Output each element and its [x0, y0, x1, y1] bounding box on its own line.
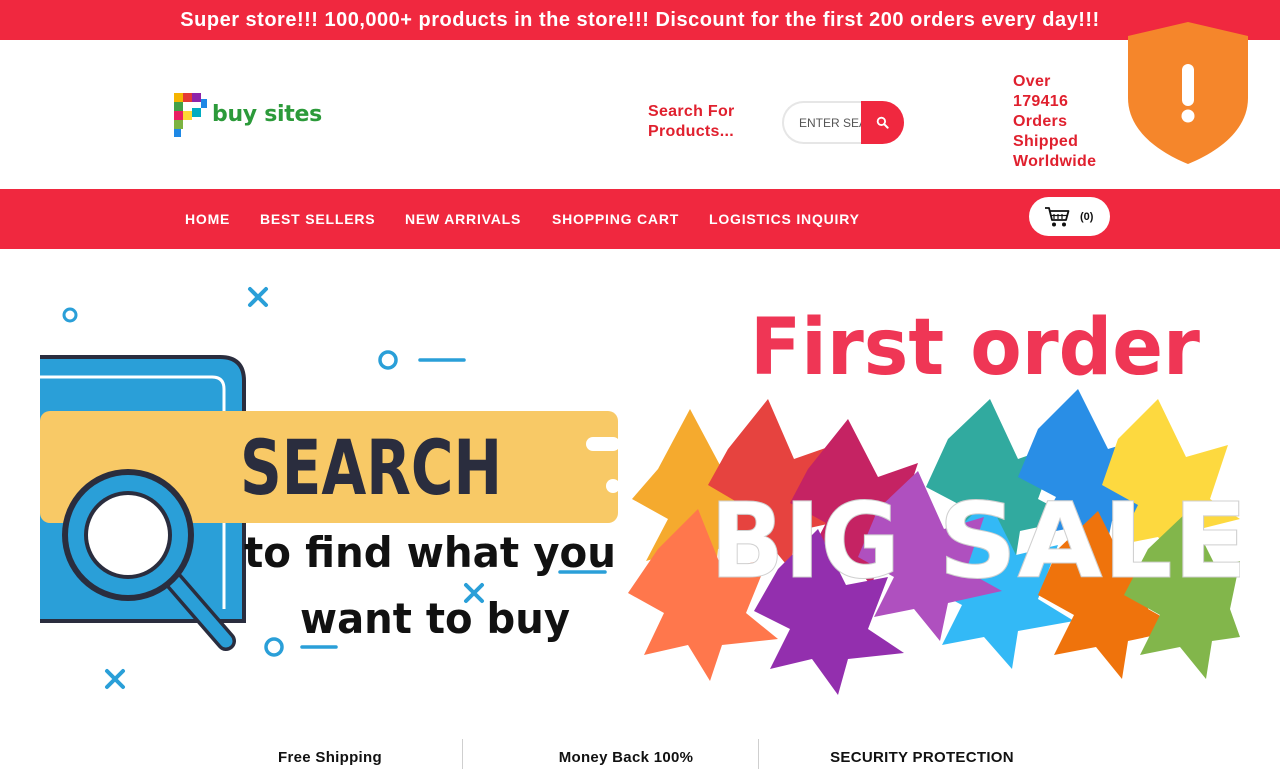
site-logo[interactable]: buy sites [172, 88, 332, 140]
orders-line: Shipped [1013, 133, 1079, 150]
hero-banner[interactable]: SEARCH to find what you want to buy Firs… [0, 249, 1280, 719]
logo-mark-icon [174, 93, 207, 137]
cart-button[interactable]: (0) [1029, 197, 1110, 236]
orders-line: Worldwide [1013, 153, 1097, 170]
nav-home[interactable]: HOME [185, 189, 230, 249]
feature-security-protection: SECURITY PROTECTION [830, 749, 1014, 766]
nav-new-arrivals[interactable]: NEW ARRIVALS [405, 189, 521, 249]
cart-count: (0) [1080, 210, 1094, 223]
orders-line: 179416 [1013, 93, 1069, 110]
orders-line: Over [1013, 73, 1051, 90]
search-promo-line1: to find what you [244, 528, 616, 577]
feature-strip: Free Shipping Money Back 100% SECURITY P… [0, 735, 1280, 769]
security-warning-shield-icon[interactable] [1126, 20, 1250, 166]
cart-icon [1045, 206, 1070, 226]
nav-logistics-inquiry[interactable]: LOGISTICS INQUIRY [709, 189, 860, 249]
feature-divider [758, 739, 759, 769]
search-icon [876, 116, 889, 129]
nav-best-sellers[interactable]: BEST SELLERS [260, 189, 375, 249]
site-header: buy sites Search For Products... Over 17… [0, 40, 1280, 189]
big-sale-sale: SALE [938, 480, 1240, 602]
search-input[interactable] [782, 101, 872, 144]
announcement-text: Super store!!! 100,000+ products in the … [180, 9, 1100, 31]
big-sale-image: First order BIG SALE [628, 303, 1240, 695]
search-button[interactable] [861, 101, 904, 144]
feature-free-shipping: Free Shipping [278, 749, 382, 766]
search-promo-image: SEARCH to find what you want to buy [40, 287, 620, 689]
feature-money-back: Money Back 100% [558, 749, 694, 766]
main-navigation: HOME BEST SELLERS NEW ARRIVALS SHOPPING … [0, 189, 1280, 249]
logo-text: buy sites [212, 101, 322, 127]
orders-shipped-text: Over 179416 Orders Shipped Worldwide [1013, 72, 1123, 172]
feature-divider [462, 739, 463, 769]
search-promo-title: SEARCH [240, 423, 502, 512]
announcement-bar: Super store!!! 100,000+ products in the … [0, 0, 1280, 40]
first-order-title: First order [750, 303, 1201, 393]
search-label: Search For Products... [648, 103, 735, 140]
search-promo-line2: want to buy [300, 594, 570, 643]
orders-line: Orders [1013, 113, 1068, 130]
big-sale-big: BIG [710, 480, 900, 602]
search-form [782, 101, 904, 144]
nav-shopping-cart[interactable]: SHOPPING CART [552, 189, 679, 249]
